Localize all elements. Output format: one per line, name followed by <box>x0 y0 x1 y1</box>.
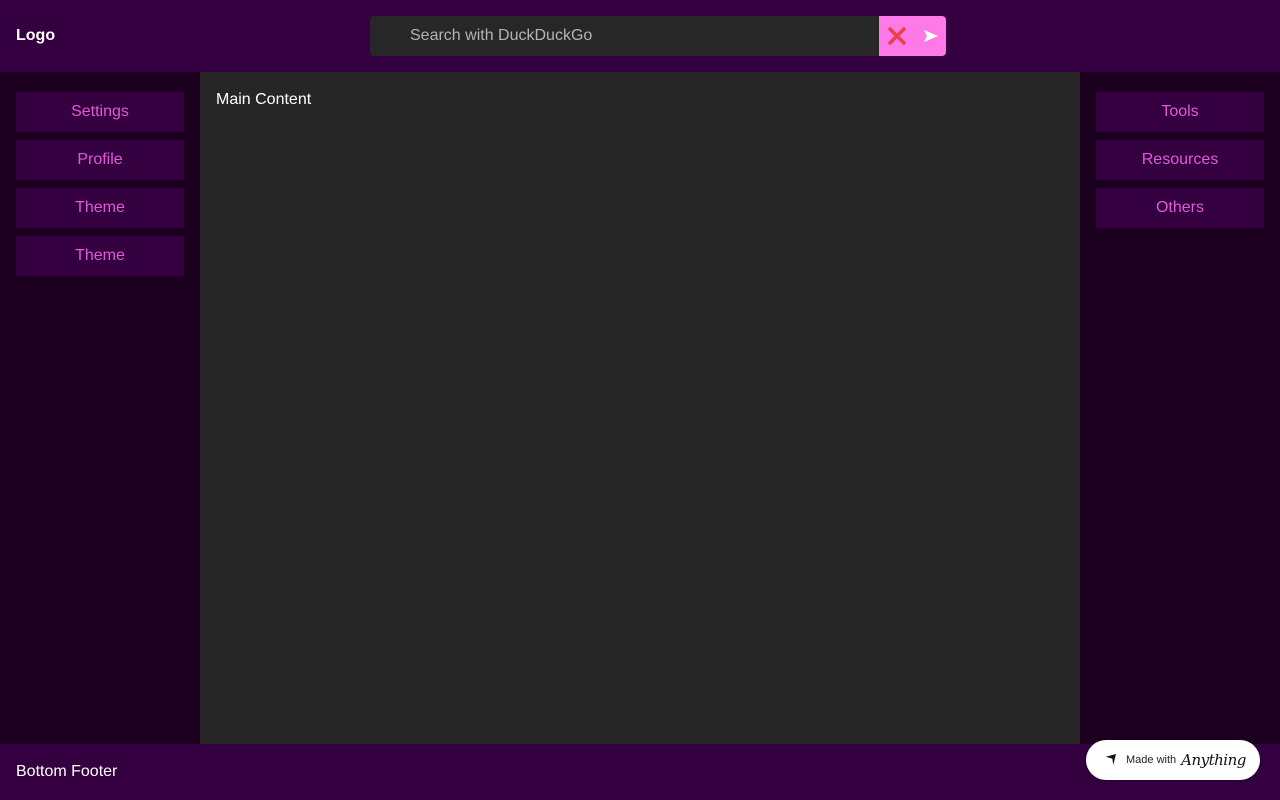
app-window: Logo Settings Profile Theme Theme Main C… <box>0 0 1280 800</box>
anything-logo-icon <box>1104 754 1116 767</box>
logo[interactable]: Logo <box>16 26 55 46</box>
theme-button[interactable]: Theme <box>16 188 184 228</box>
theme-button-2[interactable]: Theme <box>16 236 184 276</box>
left-sidebar: Settings Profile Theme Theme <box>0 72 200 744</box>
profile-button[interactable]: Profile <box>16 140 184 180</box>
close-icon <box>888 27 906 45</box>
tools-button[interactable]: Tools <box>1096 92 1264 132</box>
settings-button[interactable]: Settings <box>16 92 184 132</box>
clear-search-button[interactable] <box>879 16 915 56</box>
search-input[interactable] <box>370 16 879 56</box>
submit-search-button[interactable] <box>915 16 946 56</box>
search-actions <box>879 16 946 56</box>
main-content: Main Content <box>200 72 1080 744</box>
others-button[interactable]: Others <box>1096 188 1264 228</box>
main-content-title: Main Content <box>216 91 312 108</box>
right-sidebar: Tools Resources Others <box>1080 72 1280 744</box>
footer-text: Bottom Footer <box>16 763 118 780</box>
send-icon <box>923 30 938 42</box>
made-with-anything-badge[interactable]: Made with Anything <box>1086 740 1260 780</box>
top-header: Logo <box>0 0 1280 72</box>
resources-button[interactable]: Resources <box>1096 140 1264 180</box>
badge-brand: Anything <box>1181 751 1246 769</box>
badge-prefix: Made with <box>1126 754 1177 766</box>
